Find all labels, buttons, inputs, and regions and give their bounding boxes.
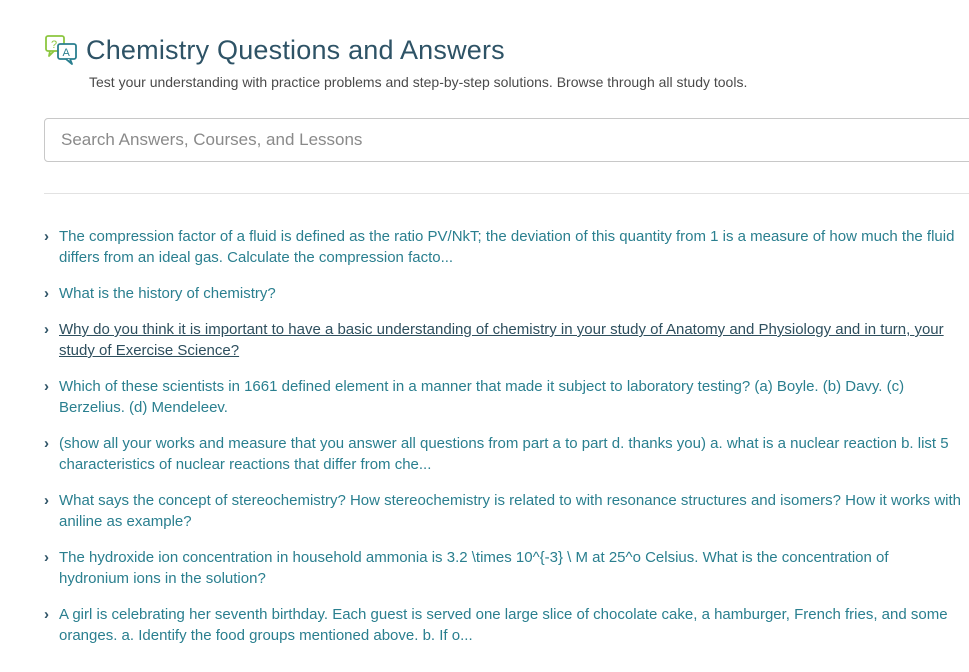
svg-text:?: ? xyxy=(51,39,57,51)
chevron-right-icon: › xyxy=(44,228,49,245)
chevron-right-icon: › xyxy=(44,606,49,623)
question-link[interactable]: The compression factor of a fluid is def… xyxy=(59,226,962,268)
list-item: › The compression factor of a fluid is d… xyxy=(44,226,962,268)
question-link[interactable]: (show all your works and measure that yo… xyxy=(59,433,962,475)
list-item: › The hydroxide ion concentration in hou… xyxy=(44,547,962,589)
list-item: › (show all your works and measure that … xyxy=(44,433,962,475)
chevron-right-icon: › xyxy=(44,492,49,509)
question-answer-icon: ? A xyxy=(44,33,80,67)
chevron-right-icon: › xyxy=(44,321,49,338)
chevron-right-icon: › xyxy=(44,435,49,452)
chevron-right-icon: › xyxy=(44,378,49,395)
question-link[interactable]: Why do you think it is important to have… xyxy=(59,319,962,361)
title-row: ? A Chemistry Questions and Answers xyxy=(44,30,969,70)
page-header: ? A Chemistry Questions and Answers Test… xyxy=(44,30,969,90)
question-link[interactable]: A girl is celebrating her seventh birthd… xyxy=(59,604,962,646)
page-subtitle: Test your understanding with practice pr… xyxy=(89,74,748,90)
question-link[interactable]: What says the concept of stereochemistry… xyxy=(59,490,962,532)
list-item: › A girl is celebrating her seventh birt… xyxy=(44,604,962,646)
question-link[interactable]: What is the history of chemistry? xyxy=(59,283,276,304)
chevron-right-icon: › xyxy=(44,549,49,566)
page-title: Chemistry Questions and Answers xyxy=(86,34,505,65)
chevron-right-icon: › xyxy=(44,285,49,302)
divider xyxy=(44,193,969,194)
list-item: › What says the concept of stereochemist… xyxy=(44,490,962,532)
list-item: › Why do you think it is important to ha… xyxy=(44,319,962,361)
svg-text:A: A xyxy=(63,47,71,59)
question-list: › The compression factor of a fluid is d… xyxy=(44,226,962,661)
search-input[interactable] xyxy=(44,118,969,162)
question-link[interactable]: The hydroxide ion concentration in house… xyxy=(59,547,962,589)
list-item: › What is the history of chemistry? xyxy=(44,283,962,304)
list-item: › Which of these scientists in 1661 defi… xyxy=(44,376,962,418)
question-link[interactable]: Which of these scientists in 1661 define… xyxy=(59,376,962,418)
